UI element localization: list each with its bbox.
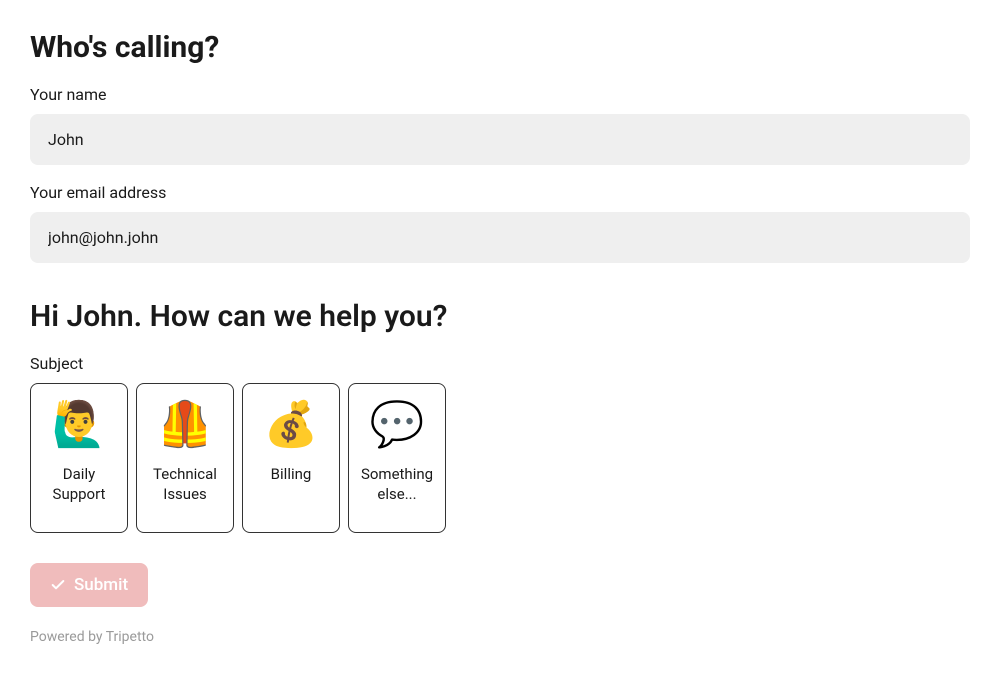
person-raising-hand-icon: 🙋‍♂️ <box>52 402 107 446</box>
subject-card-label: Billing <box>271 464 312 484</box>
subject-something-else[interactable]: 💬 Something else... <box>348 383 446 533</box>
footer-text: Powered by Tripetto <box>30 629 970 645</box>
name-label: Your name <box>30 85 970 104</box>
money-bag-icon: 💰 <box>264 402 319 446</box>
submit-button[interactable]: Submit <box>30 563 148 607</box>
subject-card-label: Daily Support <box>37 464 121 505</box>
subject-label: Subject <box>30 354 970 373</box>
greeting-heading: Hi John. How can we help you? <box>30 299 970 334</box>
safety-vest-icon: 🦺 <box>158 402 213 446</box>
email-label: Your email address <box>30 183 970 202</box>
subject-card-label: Technical Issues <box>143 464 227 505</box>
subject-options: 🙋‍♂️ Daily Support 🦺 Technical Issues 💰 … <box>30 383 970 533</box>
subject-daily-support[interactable]: 🙋‍♂️ Daily Support <box>30 383 128 533</box>
subject-technical-issues[interactable]: 🦺 Technical Issues <box>136 383 234 533</box>
email-input[interactable] <box>30 212 970 263</box>
name-input[interactable] <box>30 114 970 165</box>
subject-billing[interactable]: 💰 Billing <box>242 383 340 533</box>
check-icon <box>50 577 66 593</box>
submit-button-label: Submit <box>74 575 128 595</box>
subject-card-label: Something else... <box>355 464 439 505</box>
page-heading: Who's calling? <box>30 30 970 65</box>
speech-balloon-icon: 💬 <box>370 402 425 446</box>
